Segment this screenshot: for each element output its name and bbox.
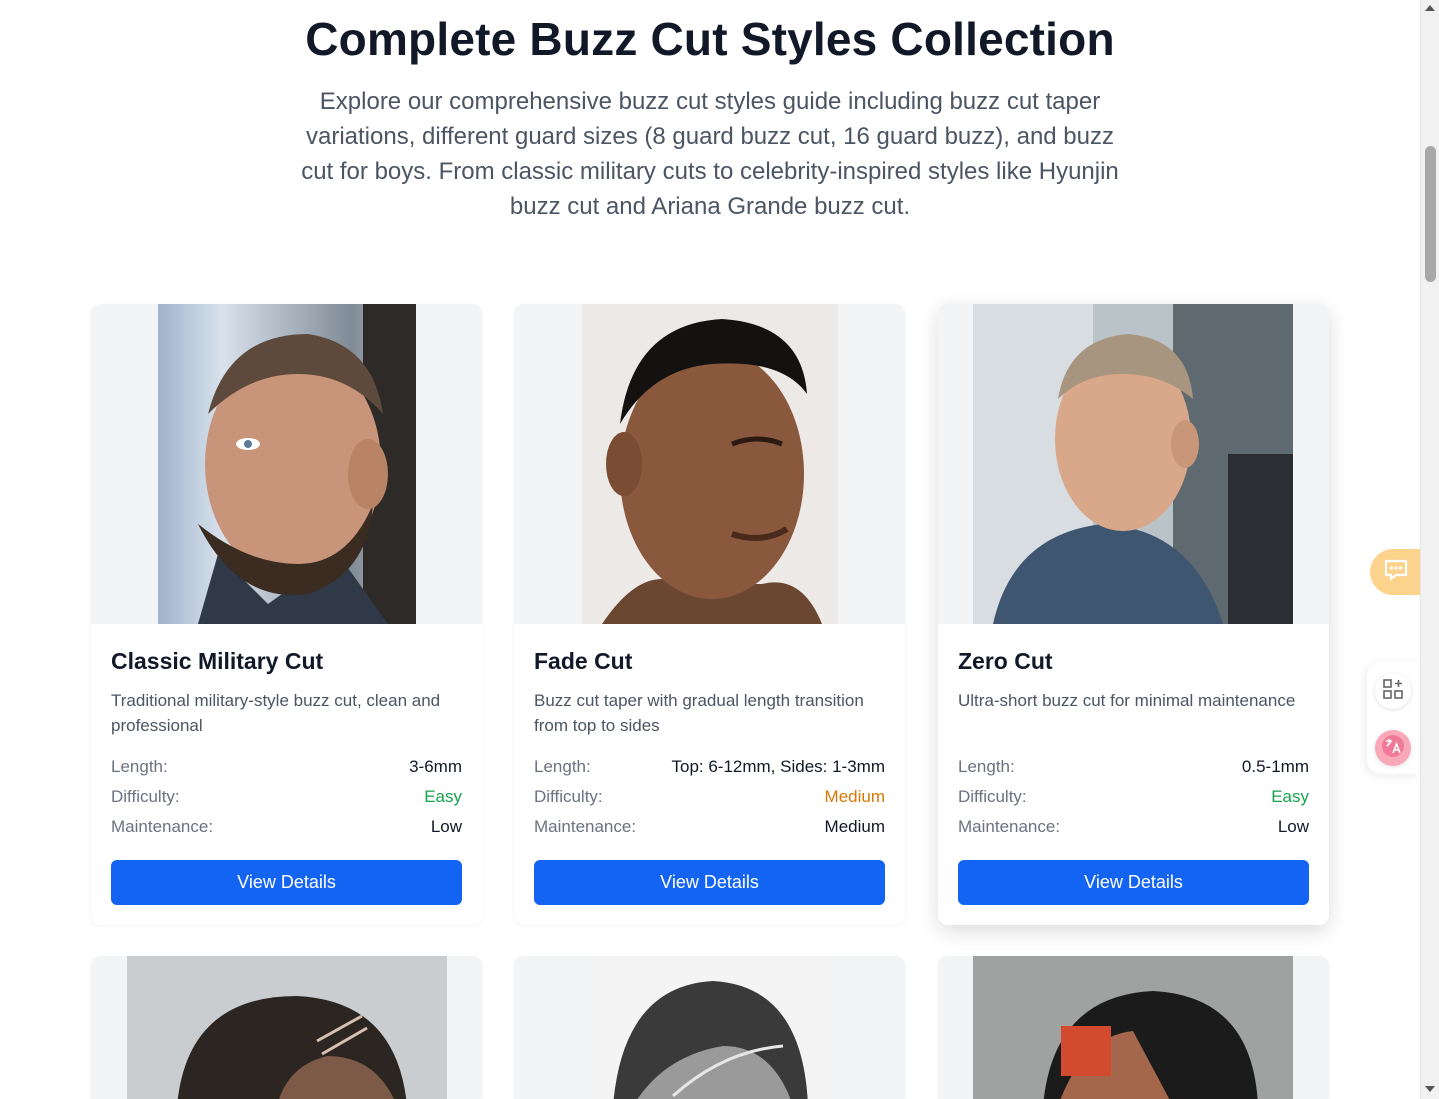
length-label: Length:	[534, 757, 591, 776]
spec-row-length: Length: Top: 6-12mm, Sides: 1-3mm	[534, 752, 885, 782]
view-details-button[interactable]: View Details	[958, 860, 1309, 905]
spec-row-maintenance: Maintenance: Medium	[534, 812, 885, 842]
maintenance-value: Low	[430, 817, 462, 836]
style-card-zero-cut[interactable]: Zero Cut Ultra-short buzz cut for minima…	[938, 304, 1329, 925]
page-title: Complete Buzz Cut Styles Collection	[305, 13, 1115, 65]
style-photo	[593, 956, 827, 1099]
maintenance-label: Maintenance:	[958, 817, 1061, 836]
card-description: Ultra-short buzz cut for minimal mainten…	[958, 691, 1296, 710]
length-label: Length:	[111, 757, 168, 776]
style-card-row2-1[interactable]	[91, 956, 482, 1099]
length-value: 3-6mm	[409, 757, 462, 776]
page: Complete Buzz Cut Styles Collection Expl…	[0, 0, 1420, 1099]
scrollbar-thumb[interactable]	[1425, 146, 1436, 282]
view-details-button[interactable]: View Details	[534, 860, 885, 905]
card-description: Buzz cut taper with gradual length trans…	[534, 691, 864, 735]
style-card-row2-2[interactable]	[514, 956, 905, 1099]
spec-row-difficulty: Difficulty: Medium	[534, 782, 885, 812]
chat-widget-button[interactable]	[1370, 549, 1420, 595]
difficulty-label: Difficulty:	[534, 787, 603, 806]
apps-button[interactable]	[1375, 673, 1411, 709]
card-title: Fade Cut	[534, 648, 633, 674]
apps-grid-icon	[1382, 678, 1404, 705]
scroll-up-arrow-icon[interactable]	[1425, 5, 1435, 11]
difficulty-value: Easy	[1271, 787, 1309, 806]
chat-bubble-icon	[1383, 558, 1409, 587]
maintenance-value: Medium	[824, 817, 885, 836]
card-title: Zero Cut	[958, 648, 1053, 674]
spec-row-length: Length: 0.5-1mm	[958, 752, 1309, 782]
spec-row-maintenance: Maintenance: Low	[111, 812, 462, 842]
view-details-button[interactable]: View Details	[111, 860, 462, 905]
maintenance-label: Maintenance:	[534, 817, 637, 836]
spec-row-difficulty: Difficulty: Easy	[958, 782, 1309, 812]
spec-row-maintenance: Maintenance: Low	[958, 812, 1309, 842]
length-label: Length:	[958, 757, 1015, 776]
scroll-down-arrow-icon[interactable]	[1425, 1086, 1435, 1092]
spec-row-length: Length: 3-6mm	[111, 752, 462, 782]
difficulty-label: Difficulty:	[111, 787, 180, 806]
length-value: 0.5-1mm	[1241, 757, 1309, 776]
zero-cut-photo	[973, 304, 1293, 624]
style-card-row2-3[interactable]	[938, 956, 1329, 1099]
difficulty-value: Medium	[824, 787, 885, 806]
card-image-area	[91, 956, 482, 1099]
card-image-area	[91, 304, 482, 624]
card-image-area	[514, 304, 905, 624]
style-photo	[973, 956, 1293, 1099]
card-image-area	[514, 956, 905, 1099]
style-card-classic-military[interactable]: Classic Military Cut Traditional militar…	[91, 304, 482, 925]
translate-button[interactable]	[1375, 730, 1411, 766]
maintenance-value: Low	[1277, 817, 1309, 836]
card-description: Traditional military-style buzz cut, cle…	[111, 691, 441, 735]
maintenance-label: Maintenance:	[111, 817, 214, 836]
classic-military-photo	[158, 304, 416, 624]
card-image-area	[938, 304, 1329, 624]
card-title: Classic Military Cut	[111, 648, 324, 674]
difficulty-label: Difficulty:	[958, 787, 1027, 806]
vertical-scrollbar[interactable]	[1420, 0, 1439, 1099]
difficulty-value: Easy	[424, 787, 462, 806]
length-value: Top: 6-12mm, Sides: 1-3mm	[671, 757, 885, 776]
card-image-area	[938, 956, 1329, 1099]
side-tools-panel	[1367, 662, 1420, 774]
page-subtitle: Explore our comprehensive buzz cut style…	[301, 88, 1119, 220]
translate-icon	[1381, 734, 1405, 763]
spec-row-difficulty: Difficulty: Easy	[111, 782, 462, 812]
style-card-fade-cut[interactable]: Fade Cut Buzz cut taper with gradual len…	[514, 304, 905, 925]
style-photo	[127, 956, 447, 1099]
fade-cut-photo	[582, 304, 838, 624]
